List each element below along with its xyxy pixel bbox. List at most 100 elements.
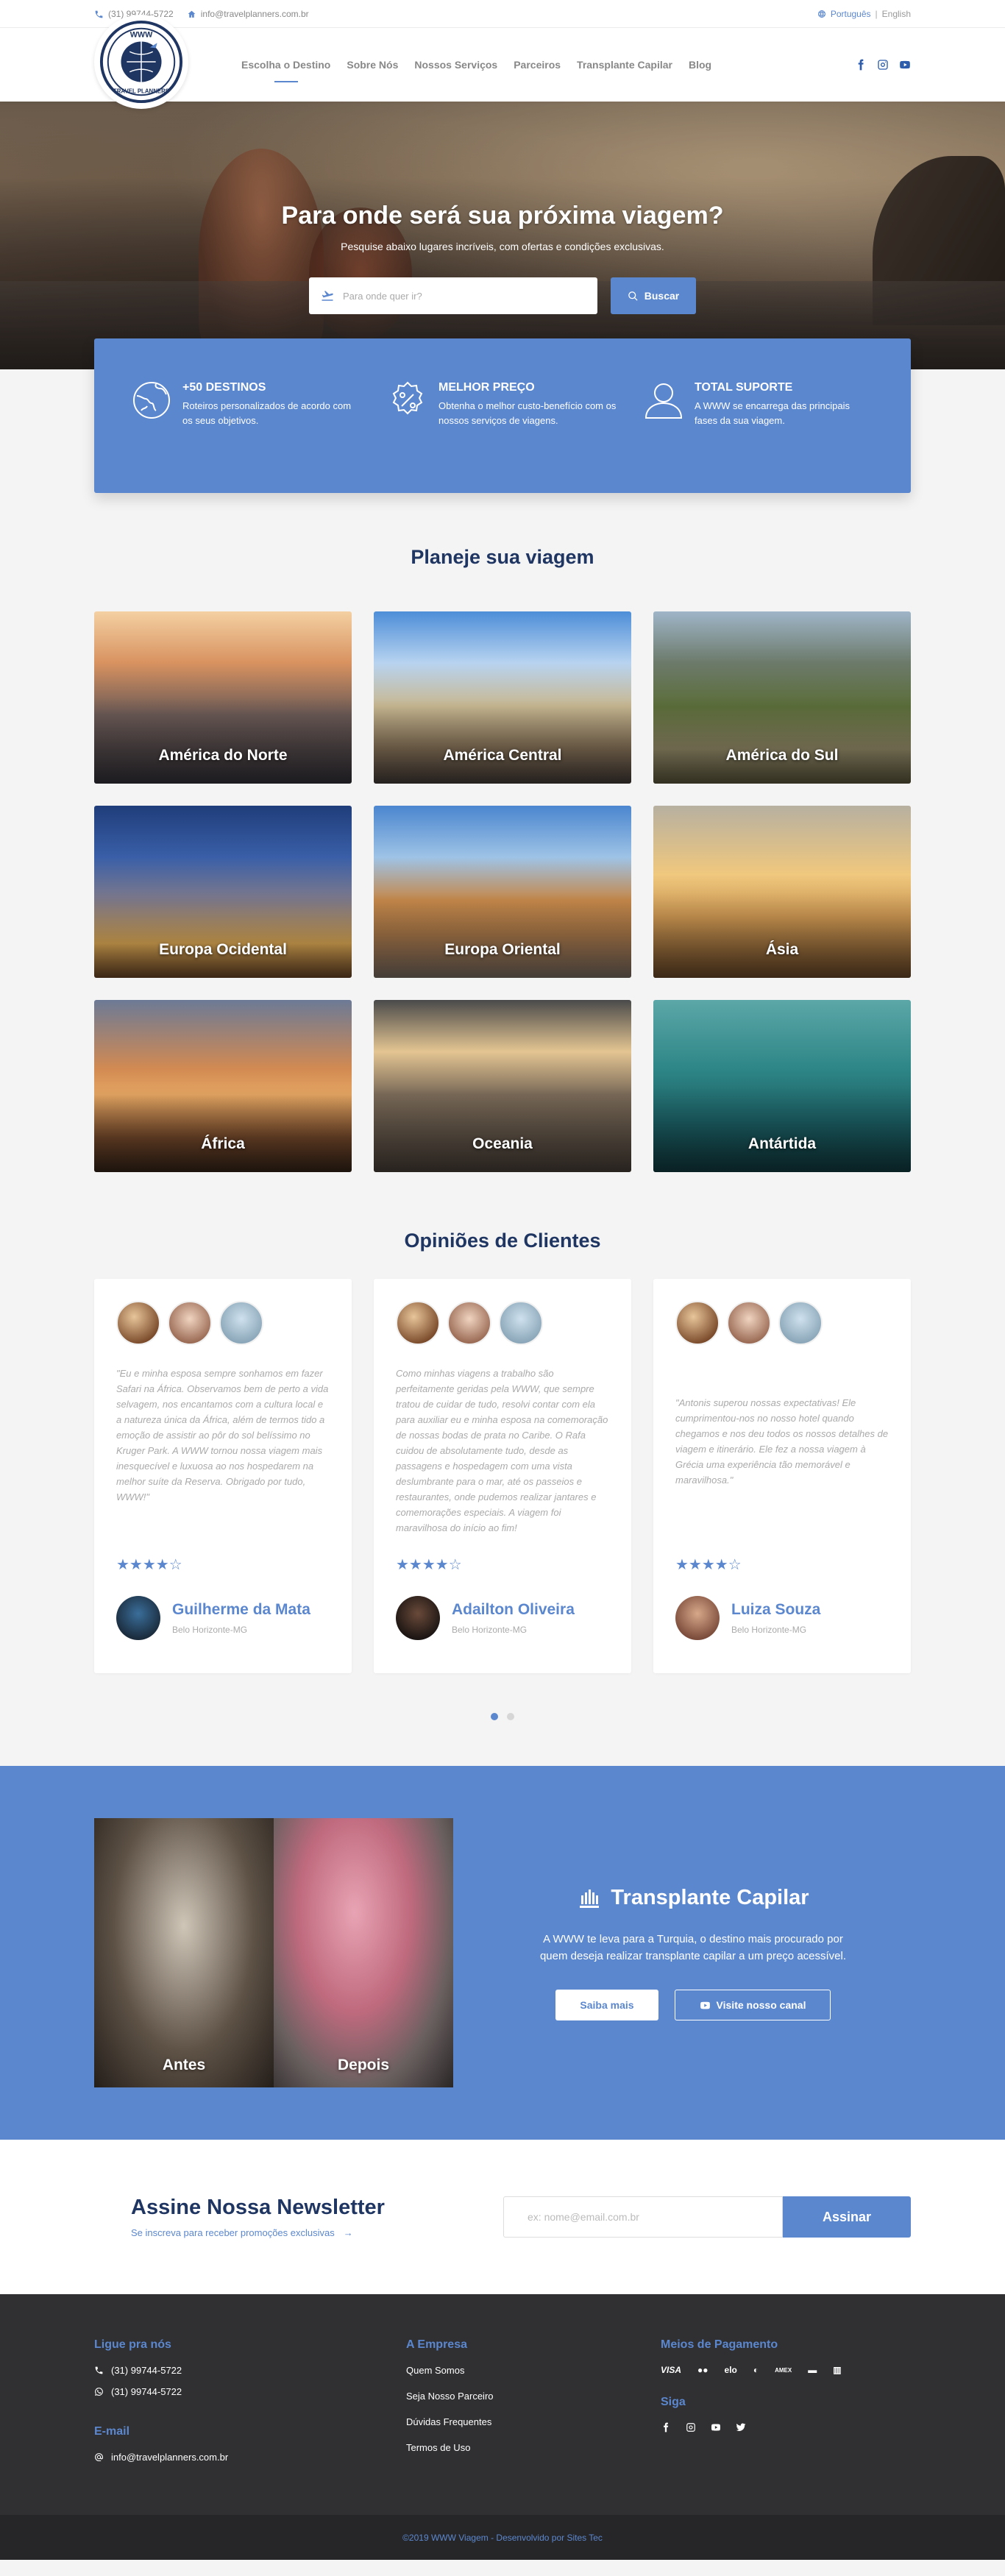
destination-label: Antártida [747, 1135, 817, 1152]
testimonial-photo[interactable] [778, 1301, 823, 1345]
footer-email-text: info@travelplanners.com.br [111, 2452, 229, 2463]
boleto-icon: ▥ [833, 2365, 842, 2375]
youtube-icon [700, 2001, 710, 2009]
lang-english[interactable]: English [882, 9, 911, 19]
youtube-icon[interactable] [711, 2422, 721, 2433]
testimonial-photos [396, 1301, 609, 1345]
instagram-icon[interactable] [686, 2422, 696, 2433]
testimonial-photo[interactable] [727, 1301, 771, 1345]
nav-escolha-o-destino[interactable]: Escolha o Destino [241, 54, 330, 82]
destination-label: Oceania [472, 1135, 533, 1152]
testimonial-author: Luiza Souza Belo Horizonte-MG [675, 1596, 889, 1640]
footer-email[interactable]: info@travelplanners.com.br [94, 2452, 406, 2463]
facebook-icon[interactable] [855, 59, 867, 71]
destination-card[interactable]: Ásia [653, 806, 911, 978]
destination-card[interactable]: África [94, 1000, 352, 1172]
testimonial-photo[interactable] [219, 1301, 263, 1345]
instagram-icon[interactable] [877, 59, 889, 71]
learn-more-button[interactable]: Saiba mais [555, 1990, 658, 2020]
mastercard-icon: ●● [697, 2365, 709, 2375]
destination-label: África [201, 1135, 245, 1152]
topbar-email[interactable]: info@travelplanners.com.br [187, 9, 309, 19]
testimonial-photo[interactable] [116, 1301, 160, 1345]
destination-card[interactable]: América do Norte [94, 611, 352, 784]
testimonial-photo[interactable] [447, 1301, 491, 1345]
nav-nossos-servicos[interactable]: Nossos Serviços [414, 54, 497, 75]
author-name: Adailton Oliveira [452, 1601, 575, 1618]
nav-parceiros[interactable]: Parceiros [514, 54, 561, 75]
footer-payment-title: Meios de Pagamento [661, 2338, 778, 2351]
transplant-text: A WWW te leva para a Turquia, o destino … [539, 1933, 847, 1962]
testimonial-photo[interactable] [168, 1301, 212, 1345]
author-city: Belo Horizonte-MG [452, 1625, 528, 1635]
transplant-content: Transplante Capilar A WWW te leva para a… [534, 1885, 852, 2020]
email-icon [95, 2453, 103, 2461]
hair-transplant-icon [580, 1890, 600, 1908]
nav-sobre-nos[interactable]: Sobre Nós [347, 54, 398, 75]
footer-phone-text: (31) 99744-5722 [111, 2365, 182, 2376]
after-label: Depois [337, 2057, 389, 2073]
footer-link-duvidas[interactable]: Dúvidas Frequentes [406, 2416, 661, 2427]
footer-whatsapp-text: (31) 99744-5722 [111, 2386, 182, 2397]
carousel-dot[interactable] [507, 1713, 514, 1720]
destination-card[interactable]: Europa Oriental [374, 806, 631, 978]
visit-channel-button[interactable]: Visite nosso canal [675, 1990, 831, 2020]
feature-title: TOTAL SUPORTE [695, 381, 793, 394]
search-button-label: Buscar [644, 290, 680, 302]
feature-text: Obtenha o melhor custo-benefício com os … [438, 400, 617, 426]
youtube-icon[interactable] [899, 59, 911, 71]
avatar [675, 1596, 720, 1640]
newsletter-subtitle: Se inscreva para receber promoções exclu… [131, 2227, 335, 2238]
testimonial-photos [116, 1301, 330, 1345]
testimonial-photo[interactable] [396, 1301, 440, 1345]
footer-link-quem-somos[interactable]: Quem Somos [406, 2365, 661, 2376]
subscribe-button[interactable]: Assinar [783, 2196, 911, 2238]
nav-blog[interactable]: Blog [689, 54, 711, 75]
search-button[interactable]: Buscar [611, 277, 696, 314]
footer-phone[interactable]: (31) 99744-5722 [94, 2365, 406, 2376]
rating-stars: ★★★★☆ [396, 1557, 462, 1573]
footer-link-parceiro[interactable]: Seja Nosso Parceiro [406, 2391, 661, 2402]
destination-card[interactable]: Oceania [374, 1000, 631, 1172]
feature-text: A WWW se encarrega das principais fases … [695, 400, 850, 426]
carousel-dot-active[interactable] [491, 1713, 498, 1720]
testimonials-section: Opiniões de Clientes "Eu e minha esposa … [0, 1230, 1005, 1720]
facebook-icon[interactable] [661, 2422, 671, 2433]
testimonial-card: Como minhas viagens a trabalho são perfe… [374, 1279, 631, 1673]
testimonial-photo[interactable] [675, 1301, 720, 1345]
newsletter-info: Assine Nossa Newsletter Se inscreva para… [131, 2196, 385, 2238]
destination-card[interactable]: Antártida [653, 1000, 911, 1172]
footer-company: A Empresa Quem Somos Seja Nosso Parceiro… [406, 2338, 661, 2473]
feature-title: +50 DESTINOS [182, 381, 266, 394]
destination-card[interactable]: América do Sul [653, 611, 911, 784]
destination-label: Ásia [765, 941, 799, 958]
logo-emblem: WWW TRAVEL PLANNERS [99, 20, 183, 104]
site-logo[interactable]: WWW TRAVEL PLANNERS [94, 15, 188, 109]
nav-transplante-capilar[interactable]: Transplante Capilar [577, 54, 672, 75]
testimonial-quote: "Antonis superou nossas expectativas! El… [675, 1397, 889, 1486]
feature-melhor-preco: MELHOR PREÇO Obtenha o melhor custo-bene… [387, 380, 618, 493]
destinations-title: Planeje sua viagem [411, 546, 594, 568]
before-label: Antes [162, 2057, 206, 2073]
testimonial-photo[interactable] [499, 1301, 543, 1345]
destination-label: Europa Oriental [444, 941, 561, 958]
header: WWW TRAVEL PLANNERS Escolha o Destino So… [0, 15, 1005, 109]
testimonial-photos [675, 1301, 889, 1345]
footer-link-termos[interactable]: Termos de Uso [406, 2442, 661, 2453]
twitter-icon[interactable] [736, 2422, 746, 2433]
testimonials-title: Opiniões de Clientes [404, 1230, 601, 1252]
whatsapp-icon [95, 2388, 103, 2396]
destination-card[interactable]: Europa Ocidental [94, 806, 352, 978]
destination-card[interactable]: América Central [374, 611, 631, 784]
destination-label: América do Sul [725, 747, 839, 764]
rating-stars: ★★★★☆ [116, 1557, 182, 1573]
search-input[interactable]: Para onde quer ir? [309, 277, 597, 314]
lang-portuguese[interactable]: Português [831, 9, 871, 19]
logo-text-bottom: TRAVEL PLANNERS [113, 88, 169, 94]
airplane-icon [322, 291, 333, 301]
footer-whatsapp[interactable]: (31) 99744-5722 [94, 2386, 406, 2397]
footer-payments: Meios de Pagamento VISA ●● elo ◐ AMEX ▬ … [661, 2338, 842, 2473]
newsletter-email-input[interactable]: ex: nome@email.com.br [503, 2196, 783, 2238]
author-name: Luiza Souza [731, 1601, 821, 1618]
features-section: +50 DESTINOS Roteiros personalizados de … [0, 338, 1005, 493]
